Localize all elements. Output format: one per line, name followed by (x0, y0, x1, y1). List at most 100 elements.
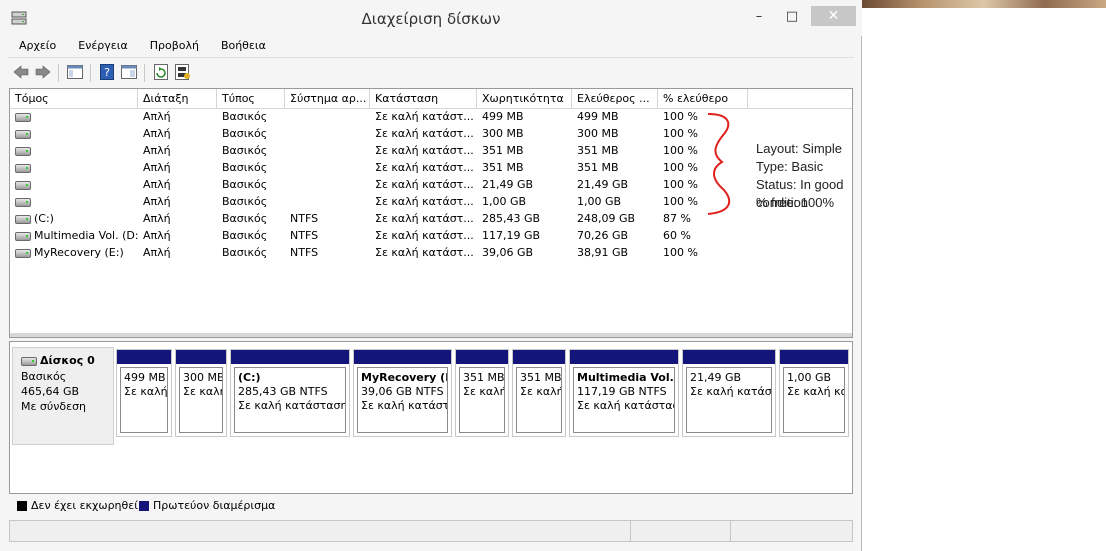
table-cell: Σε καλή κατάστ... (375, 110, 474, 123)
table-cell: Απλή (143, 195, 171, 208)
toolbar-separator (144, 64, 145, 82)
table-cell: Απλή (143, 229, 171, 242)
menu-file[interactable]: Αρχείο (8, 37, 67, 57)
disk-info-panel[interactable]: Δίσκος 0 Βασικός 465,64 GB Με σύνδεση (12, 347, 114, 445)
annotation-line: Status: In good condition (756, 177, 844, 210)
partition-details: (C:) 285,43 GB NTFS Σε καλή κατάσταση (234, 367, 346, 433)
table-cell (10, 108, 138, 125)
table-cell: 1,00 GB (482, 195, 527, 208)
table-cell: 39,06 GB (482, 246, 534, 259)
table-cell: Σε καλή κατάστ... (375, 246, 474, 259)
rescan-disks-button[interactable] (174, 63, 192, 81)
menu-view[interactable]: Προβολή (139, 37, 210, 57)
table-cell: Απλή (143, 212, 171, 225)
partition-block[interactable]: 499 MB Σε καλή (116, 349, 172, 437)
partition-block[interactable]: 351 MB Σε καλή (512, 349, 566, 437)
table-cell (10, 193, 138, 210)
partition-status: Σε καλή κατάστ (690, 385, 772, 398)
partition-block[interactable]: 21,49 GB Σε καλή κατάστ (682, 349, 776, 437)
table-cell (285, 125, 370, 142)
table-cell: 1,00 GB (577, 195, 622, 208)
minimize-button[interactable]: – (745, 6, 773, 26)
table-cell: Σε καλή κατάστ... (375, 178, 474, 191)
table-cell: Βασικός (222, 127, 268, 140)
column-header-capacity[interactable]: Χωρητικότητα (477, 89, 572, 108)
menu-action[interactable]: Ενέργεια (67, 37, 138, 57)
table-cell: MyRecovery (E:) (10, 244, 138, 261)
volume-name: Multimedia Vol. (D:) (34, 229, 138, 242)
volume-name: MyRecovery (E:) (34, 246, 124, 259)
column-header-free-space[interactable]: Ελεύθερος ... (572, 89, 658, 108)
drive-icon (15, 197, 31, 207)
partition-details: 1,00 GB Σε καλή κα (783, 367, 845, 433)
partition-status: Σε καλή (520, 385, 562, 398)
toolbar-separator (90, 64, 91, 82)
column-header-status[interactable]: Κατάσταση (370, 89, 477, 108)
table-cell: Βασικός (222, 144, 268, 157)
volume-list-header: Τόμος Διάταξη Τύπος Σύστημα αρ... Κατάστ… (10, 89, 852, 109)
drive-icon (15, 129, 31, 139)
table-cell: Βασικός (222, 229, 268, 242)
table-cell: Βασικός (222, 161, 268, 174)
drive-icon (15, 214, 31, 224)
help-button[interactable]: ? (98, 63, 116, 81)
disk-status: Με σύνδεση (21, 400, 87, 413)
partition-block[interactable]: MyRecovery (E 39,06 GB NTFS Σε καλή κατάστ (353, 349, 452, 437)
table-row[interactable]: MyRecovery (E:) Απλή Βασικός NTFS Σε καλή κα… (10, 244, 852, 261)
back-button[interactable] (12, 63, 30, 81)
partition-size: 1,00 GB (787, 371, 832, 384)
console-tree-icon (67, 65, 83, 79)
table-cell: NTFS (290, 229, 319, 242)
disk-map: Δίσκος 0 Βασικός 465,64 GB Με σύνδεση 49… (9, 341, 853, 494)
partition-type-bar (117, 350, 171, 364)
table-cell (285, 176, 370, 193)
column-header-percent-free[interactable]: % ελεύθερο (658, 89, 748, 108)
partition-size: 300 MB (183, 371, 223, 384)
table-cell: 21,49 GB (482, 178, 534, 191)
drive-icon (15, 163, 31, 173)
partition-status: Σε καλή κατάσταση (238, 399, 346, 412)
partition-block[interactable]: (C:) 285,43 GB NTFS Σε καλή κατάσταση (230, 349, 350, 437)
toolbar: ? (8, 57, 854, 86)
column-header-volume[interactable]: Τόμος (10, 89, 138, 108)
partition-block[interactable]: Multimedia Vol. (117,19 GB NTFS Σε καλή κ… (569, 349, 679, 437)
column-header-filesystem[interactable]: Σύστημα αρ... (285, 89, 370, 108)
table-cell: 351 MB (482, 161, 524, 174)
table-cell: (C:) (10, 210, 138, 227)
table-row[interactable]: Multimedia Vol. (D:) Απλή Βασικός NTFS Σε κα… (10, 227, 852, 244)
close-button[interactable]: ✕ (811, 6, 856, 26)
partition-size: 499 MB (124, 371, 166, 384)
disk-size: 465,64 GB (21, 385, 80, 398)
partition-status: Σε καλή κατάστ (361, 399, 448, 412)
table-cell: 60 % (663, 229, 691, 242)
table-cell: Σε καλή κατάστ... (375, 229, 474, 242)
column-header-type[interactable]: Τύπος (217, 89, 285, 108)
refresh-icon (154, 64, 168, 80)
menu-bar: Αρχείο Ενέργεια Προβολή Βοήθεια (8, 37, 854, 57)
properties-button[interactable] (120, 63, 138, 81)
horizontal-scrollbar[interactable] (10, 333, 852, 337)
disk-icon (21, 356, 37, 366)
partition-size: 285,43 GB NTFS (238, 385, 328, 398)
table-cell: Βασικός (222, 178, 268, 191)
table-cell: Απλή (143, 110, 171, 123)
table-cell: Multimedia Vol. (D:) (10, 227, 138, 244)
table-cell: 100 % (663, 246, 698, 259)
partition-block[interactable]: 300 MB Σε καλή (175, 349, 227, 437)
table-cell: Απλή (143, 246, 171, 259)
refresh-button[interactable] (152, 63, 170, 81)
column-header-layout[interactable]: Διάταξη (138, 89, 217, 108)
partition-block[interactable]: 1,00 GB Σε καλή κα (779, 349, 849, 437)
partition-block[interactable]: 351 MB Σε καλή (455, 349, 509, 437)
rescan-disks-icon (175, 64, 190, 80)
svg-text:?: ? (104, 66, 110, 79)
console-tree-button[interactable] (66, 63, 84, 81)
forward-button[interactable] (34, 63, 52, 81)
maximize-button[interactable]: □ (778, 6, 806, 26)
partition-type-bar (570, 350, 678, 364)
partition-status: Σε καλή (183, 385, 223, 398)
menu-help[interactable]: Βοήθεια (210, 37, 277, 57)
maximize-icon: □ (785, 8, 799, 24)
partition-status: Σε καλή (124, 385, 168, 398)
table-cell: 21,49 GB (577, 178, 629, 191)
